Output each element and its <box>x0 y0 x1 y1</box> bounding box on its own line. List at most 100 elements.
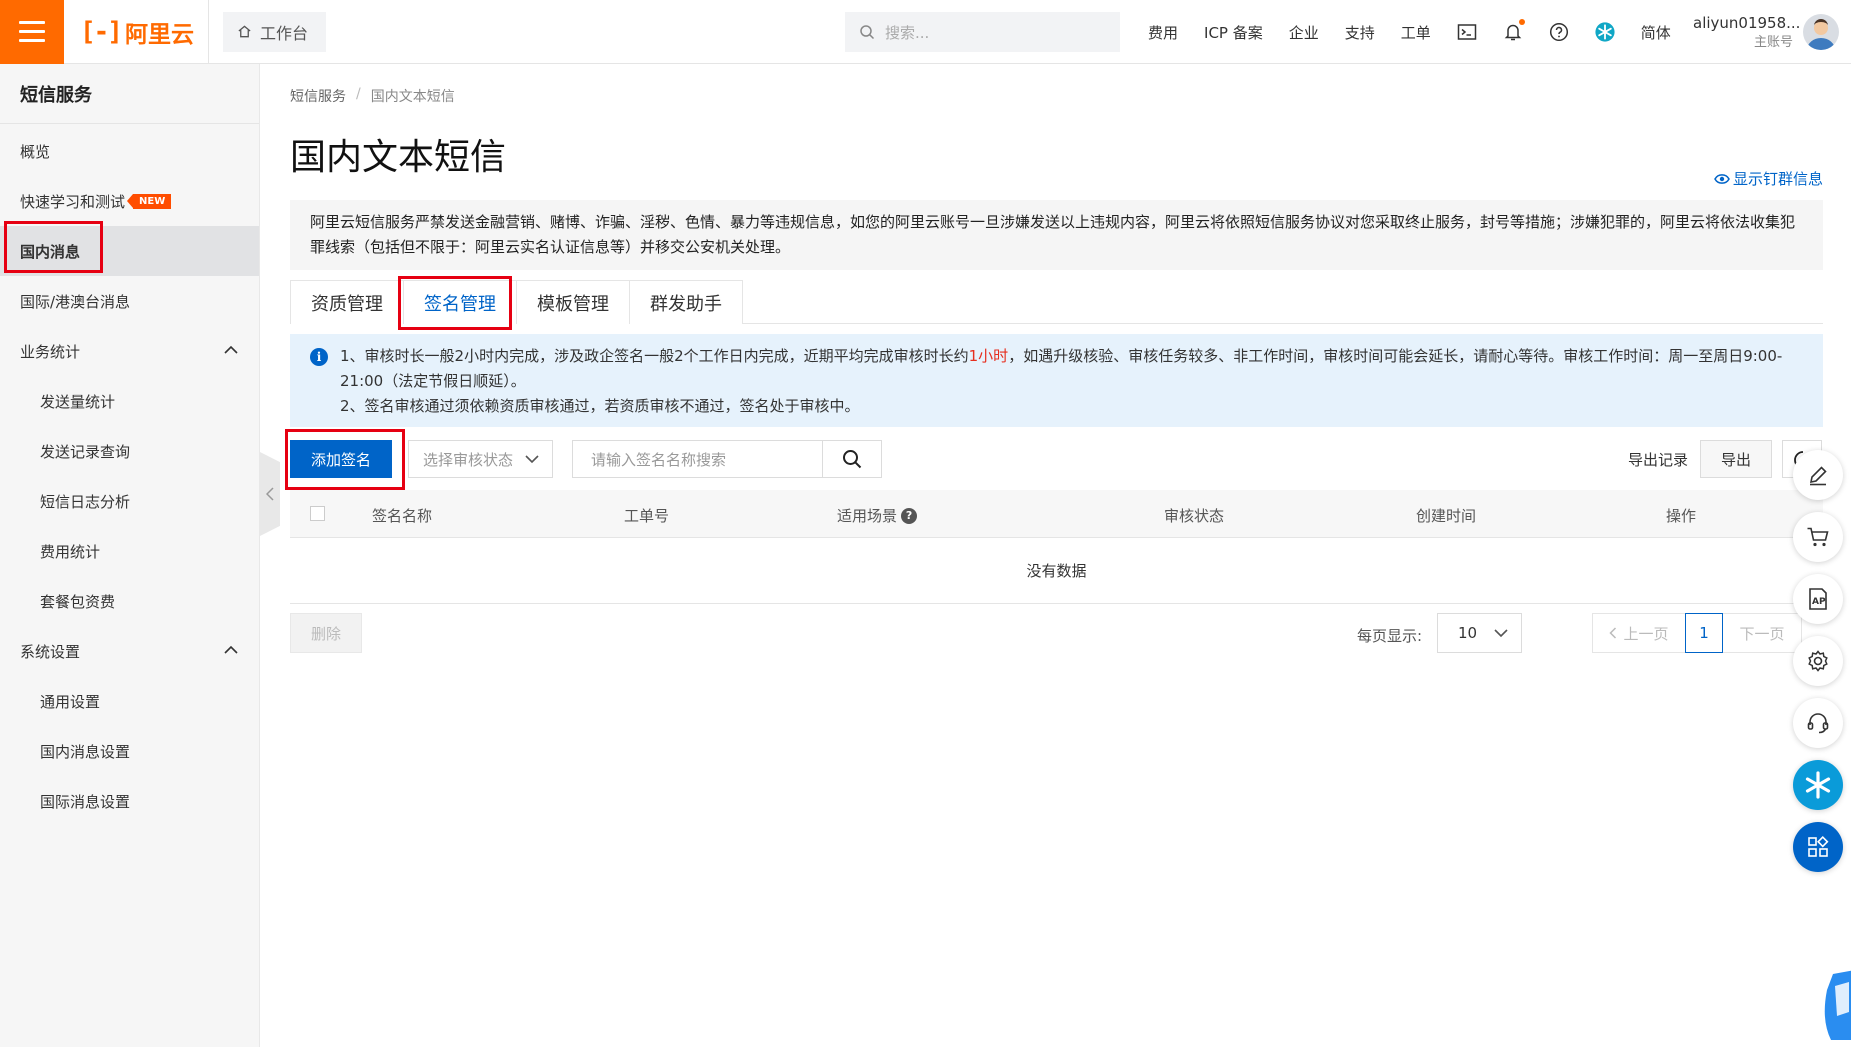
sidebar-item-send-records[interactable]: 发送记录查询 <box>0 426 259 476</box>
nav-ticket[interactable]: 工单 <box>1401 22 1431 43</box>
gear-icon <box>1808 650 1828 672</box>
sidebar-item-label: 国内消息 <box>20 242 81 261</box>
sidebar-item-label: 业务统计 <box>20 342 81 361</box>
sidebar-item-package-pricing[interactable]: 套餐包资费 <box>0 576 259 626</box>
global-search-input[interactable]: 搜索... <box>845 12 1120 52</box>
pagination: 上一页 1 下一页 <box>1592 613 1802 653</box>
assistant-mascot-icon[interactable] <box>1815 970 1851 1040</box>
feedback-edit-button[interactable] <box>1793 450 1843 500</box>
user-account-menu[interactable]: aliyun01958... 主账号 <box>1693 14 1800 52</box>
terminal-icon[interactable] <box>1457 22 1477 42</box>
nav-icp-filing[interactable]: ICP 备案 <box>1204 22 1263 43</box>
tab-signature-management[interactable]: 签名管理 <box>403 280 517 324</box>
sidebar-item-label: 国内消息设置 <box>40 742 131 761</box>
chevron-left-icon <box>1609 627 1617 639</box>
aliyun-logo[interactable]: [-] 阿里云 <box>80 0 200 64</box>
sidebar-item-domestic-settings[interactable]: 国内消息设置 <box>0 726 259 776</box>
api-button[interactable]: AP <box>1793 574 1843 624</box>
ai-assistant-button[interactable] <box>1793 760 1843 810</box>
next-page-button[interactable]: 下一页 <box>1722 613 1802 653</box>
page-number-current[interactable]: 1 <box>1685 613 1723 653</box>
column-header-ticket-no: 工单号 <box>624 507 670 525</box>
list-toolbar: 添加签名 选择审核状态 请输入签名名称搜索 导出记录 导出 <box>290 438 1823 480</box>
column-header-signature-name: 签名名称 <box>372 507 433 525</box>
logo-text: 阿里云 <box>124 21 194 48</box>
sidebar-item-label: 概览 <box>20 142 51 161</box>
column-header-actions: 操作 <box>1666 507 1697 525</box>
sidebar-item-international-messages[interactable]: 国际/港澳台消息 <box>0 276 259 326</box>
language-switch[interactable]: 简体 <box>1641 22 1671 43</box>
ai-assistant-icon <box>1805 771 1831 799</box>
user-role: 主账号 <box>1753 35 1793 50</box>
page-title: 国内文本短信 <box>290 137 507 178</box>
avatar[interactable] <box>1803 14 1839 50</box>
nav-enterprise[interactable]: 企业 <box>1289 22 1319 43</box>
review-status-select[interactable]: 选择审核状态 <box>408 440 553 478</box>
settings-button[interactable] <box>1793 636 1843 686</box>
sidebar-item-label: 发送记录查询 <box>40 442 131 461</box>
sidebar-item-international-settings[interactable]: 国际消息设置 <box>0 776 259 826</box>
per-page-value: 10 <box>1458 624 1478 642</box>
sidebar-item-overview[interactable]: 概览 <box>0 126 259 176</box>
sidebar-item-cost-stats[interactable]: 费用统计 <box>0 526 259 576</box>
hamburger-menu-button[interactable] <box>0 0 64 64</box>
sidebar-item-send-volume-stats[interactable]: 发送量统计 <box>0 376 259 426</box>
column-header-scenario: 适用场景 ? <box>837 505 918 526</box>
export-button[interactable]: 导出 <box>1700 440 1772 478</box>
prev-page-label: 上一页 <box>1623 624 1669 643</box>
question-icon[interactable]: ? <box>901 507 918 524</box>
sidebar-item-label: 国际消息设置 <box>40 792 131 811</box>
customer-service-button[interactable] <box>1793 698 1843 748</box>
chevron-left-icon <box>266 487 274 501</box>
sidebar-item-label: 系统设置 <box>20 642 81 661</box>
new-badge: NEW <box>126 193 172 209</box>
sidebar-title: 短信服务 <box>0 64 259 124</box>
tab-template-management[interactable]: 模板管理 <box>516 280 630 324</box>
export-records-link[interactable]: 导出记录 <box>1628 440 1688 478</box>
nav-support[interactable]: 支持 <box>1345 22 1375 43</box>
tab-qualification-management[interactable]: 资质管理 <box>290 280 404 324</box>
review-notice-line2: 2、签名审核通过须依赖资质审核通过，若资质审核不通过，签名处于审核中。 <box>340 397 860 415</box>
sidebar-item-quickstart[interactable]: 快速学习和测试 NEW <box>0 176 259 226</box>
sidebar-collapse-handle[interactable] <box>260 452 280 536</box>
signature-search-input[interactable]: 请输入签名名称搜索 <box>572 440 822 478</box>
ai-assistant-icon[interactable] <box>1595 22 1615 42</box>
workbench-button[interactable]: 工作台 <box>223 11 327 52</box>
cart-button[interactable] <box>1793 512 1843 562</box>
delete-button[interactable]: 删除 <box>290 613 362 653</box>
sidebar-item-label: 短信日志分析 <box>40 492 131 511</box>
notice-highlight: 1小时 <box>968 347 1009 365</box>
signature-search-button[interactable] <box>822 440 882 478</box>
chevron-down-icon <box>525 455 539 464</box>
select-all-checkbox[interactable] <box>310 506 325 521</box>
review-notice: i 1、审核时长一般2小时内完成，涉及政企签名一般2个工作日内完成，近期平均完成… <box>290 334 1823 427</box>
workbench-label: 工作台 <box>260 23 309 43</box>
eye-icon <box>1714 173 1730 184</box>
edit-icon <box>1809 466 1827 486</box>
tab-bulk-send-assistant[interactable]: 群发助手 <box>629 280 743 324</box>
breadcrumb-link-sms[interactable]: 短信服务 <box>290 86 346 106</box>
notification-dot <box>1518 19 1525 25</box>
help-icon[interactable] <box>1549 22 1569 42</box>
top-nav-links: 费用 ICP 备案 企业 支持 工单 简体 <box>1148 0 1697 64</box>
nav-billing[interactable]: 费用 <box>1148 22 1178 43</box>
review-status-placeholder: 选择审核状态 <box>423 450 514 469</box>
sidebar-group-system-settings[interactable]: 系统设置 <box>0 626 259 676</box>
sidebar-item-domestic-messages[interactable]: 国内消息 <box>0 226 259 276</box>
add-signature-button[interactable]: 添加签名 <box>290 440 392 478</box>
sidebar-item-log-analysis[interactable]: 短信日志分析 <box>0 476 259 526</box>
sidebar-item-label: 国际/港澳台消息 <box>20 292 131 311</box>
breadcrumb: 短信服务 / 国内文本短信 <box>290 86 455 106</box>
prev-page-button[interactable]: 上一页 <box>1592 613 1686 653</box>
next-page-label: 下一页 <box>1739 624 1785 643</box>
sidebar-item-label: 通用设置 <box>40 692 101 711</box>
bell-icon[interactable] <box>1503 19 1525 42</box>
cart-icon <box>1807 527 1829 547</box>
show-group-info-link[interactable]: 显示钉群信息 <box>1714 168 1823 189</box>
sidebar-group-business-stats[interactable]: 业务统计 <box>0 326 259 376</box>
per-page-select[interactable]: 10 <box>1437 613 1522 653</box>
apps-button[interactable] <box>1793 822 1843 872</box>
column-header-created-time: 创建时间 <box>1416 507 1477 525</box>
sidebar-item-general-settings[interactable]: 通用设置 <box>0 676 259 726</box>
svg-text:AP: AP <box>1812 597 1826 607</box>
